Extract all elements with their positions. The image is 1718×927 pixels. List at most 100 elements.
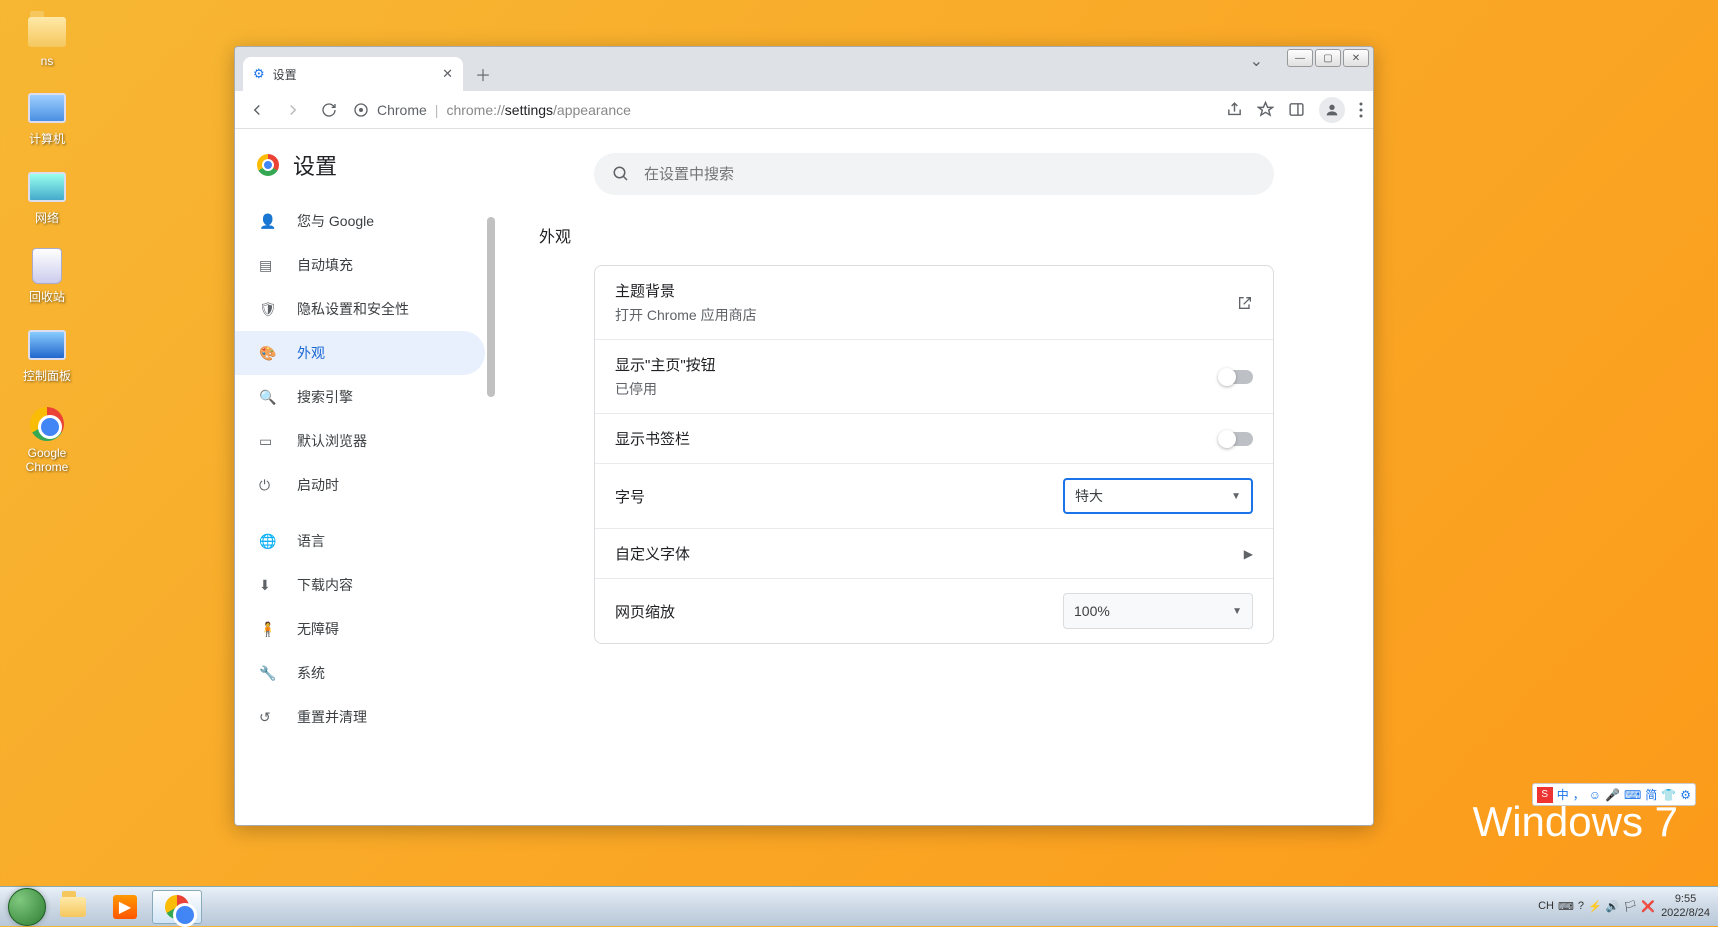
tab-title: 设置 — [273, 66, 297, 83]
settings-search[interactable] — [594, 153, 1274, 195]
clock-date: 2022/8/24 — [1661, 907, 1710, 920]
desktop-icon-ns[interactable]: ns — [12, 12, 82, 68]
nav-system[interactable]: 🔧系统 — [235, 651, 485, 695]
ime-mic[interactable]: 🎤 — [1605, 788, 1620, 802]
zoom-value: 100% — [1074, 603, 1110, 619]
ime-skin[interactable]: 👕 — [1661, 788, 1676, 802]
search-icon — [612, 165, 630, 183]
external-link-icon — [1237, 295, 1253, 311]
maximize-button[interactable]: ▢ — [1315, 49, 1341, 67]
reload-button[interactable] — [317, 98, 341, 122]
clock-time: 9:55 — [1661, 893, 1710, 906]
theme-sublabel: 打开 Chrome 应用商店 — [615, 305, 757, 325]
address-bar: Chrome | chrome://settings/appearance — [235, 91, 1373, 129]
home-button-label: 显示"主页"按钮 — [615, 354, 716, 375]
taskbar-media-player[interactable]: ▶ — [100, 890, 150, 924]
ime-toolbar[interactable]: S 中 ， ☺ 🎤 ⌨ 简 👕 ⚙ — [1532, 783, 1696, 806]
ime-lang[interactable]: 中 — [1557, 786, 1569, 803]
sidebar-scrollbar[interactable] — [487, 217, 495, 397]
ime-simp[interactable]: 简 — [1645, 786, 1657, 803]
ime-kbd[interactable]: ⌨ — [1624, 788, 1641, 802]
tray-alert-icon[interactable]: ❌ — [1641, 900, 1655, 913]
ime-settings[interactable]: ⚙ — [1680, 788, 1691, 802]
chevron-down-icon: ▼ — [1231, 491, 1241, 502]
back-button[interactable] — [245, 98, 269, 122]
side-panel-button[interactable] — [1288, 101, 1305, 118]
nav-downloads[interactable]: ⬇下载内容 — [235, 563, 485, 607]
chevron-right-icon: ▶ — [1244, 547, 1253, 561]
taskbar-clock[interactable]: 9:55 2022/8/24 — [1661, 893, 1710, 919]
tray-power-icon[interactable]: ⚡ — [1588, 900, 1602, 913]
new-tab-button[interactable]: ＋ — [469, 60, 497, 88]
power-icon: ⏻ — [259, 477, 279, 494]
font-size-label: 字号 — [615, 486, 645, 507]
row-bookmarks-bar: 显示书签栏 — [595, 414, 1273, 464]
zoom-label: 网页缩放 — [615, 601, 675, 622]
desktop-icon-control-panel[interactable]: 控制面板 — [12, 325, 82, 384]
custom-fonts-label: 自定义字体 — [615, 543, 690, 564]
nav-accessibility[interactable]: 🧍无障碍 — [235, 607, 485, 651]
row-theme[interactable]: 主题背景 打开 Chrome 应用商店 — [595, 266, 1273, 340]
row-custom-fonts[interactable]: 自定义字体 ▶ — [595, 529, 1273, 579]
share-button[interactable] — [1226, 101, 1243, 118]
nav-autofill[interactable]: ▤自动填充 — [235, 243, 485, 287]
settings-header: 设置 — [235, 129, 495, 199]
theme-label: 主题背景 — [615, 280, 757, 301]
palette-icon: 🎨 — [259, 345, 279, 362]
tab-search-button[interactable]: ⌄ — [1250, 51, 1263, 71]
nav-languages[interactable]: 🌐语言 — [235, 519, 485, 563]
bookmarks-toggle[interactable] — [1219, 432, 1253, 446]
url-display[interactable]: Chrome | chrome://settings/appearance — [353, 102, 631, 118]
tray-lang[interactable]: CH — [1538, 900, 1554, 913]
menu-button[interactable] — [1359, 102, 1363, 118]
home-button-toggle[interactable] — [1219, 370, 1253, 384]
tray-help-icon[interactable]: ? — [1578, 900, 1584, 913]
nav-default-browser[interactable]: ▭默认浏览器 — [235, 419, 485, 463]
browser-tab[interactable]: ⚙ 设置 ✕ — [243, 57, 463, 91]
nav-you-and-google[interactable]: 👤您与 Google — [235, 199, 485, 243]
restore-icon: ↺ — [259, 709, 279, 726]
globe-icon: 🌐 — [259, 533, 279, 550]
desktop-icon-network[interactable]: 网络 — [12, 167, 82, 226]
nav-reset[interactable]: ↺重置并清理 — [235, 695, 485, 739]
minimize-button[interactable]: — — [1287, 49, 1313, 67]
forward-button[interactable] — [281, 98, 305, 122]
taskbar-explorer[interactable] — [48, 890, 98, 924]
settings-search-input[interactable] — [644, 166, 1256, 183]
appearance-card: 主题背景 打开 Chrome 应用商店 显示"主页"按钮 已停用 显示书签栏 — [594, 265, 1274, 644]
bookmark-button[interactable] — [1257, 101, 1274, 118]
start-button[interactable] — [8, 888, 46, 926]
ime-punct[interactable]: ， — [1573, 786, 1585, 803]
font-size-select[interactable]: 特大 ▼ — [1063, 478, 1253, 514]
chrome-window: ⚙ 设置 ✕ ＋ ⌄ — ▢ ✕ Chrome | chrome://setti… — [234, 46, 1374, 826]
tray-flag-icon[interactable]: 🏳 — [1623, 900, 1637, 913]
font-size-value: 特大 — [1075, 486, 1103, 506]
nav-on-startup[interactable]: ⏻启动时 — [235, 463, 485, 507]
settings-title: 设置 — [293, 149, 337, 181]
zoom-select[interactable]: 100% ▼ — [1063, 593, 1253, 629]
row-show-home: 显示"主页"按钮 已停用 — [595, 340, 1273, 414]
system-tray: CH ⌨ ? ⚡ 🔊 🏳 ❌ 9:55 2022/8/24 — [1538, 893, 1710, 919]
desktop-icon-computer[interactable]: 计算机 — [12, 88, 82, 147]
taskbar-chrome[interactable] — [152, 890, 202, 924]
chrome-logo-icon — [257, 154, 279, 176]
nav-appearance[interactable]: 🎨外观 — [235, 331, 485, 375]
desktop-icon-recycle[interactable]: 回收站 — [12, 246, 82, 305]
bookmarks-label: 显示书签栏 — [615, 428, 690, 449]
settings-sidebar: 设置 👤您与 Google ▤自动填充 🛡隐私设置和安全性 🎨外观 🔍搜索引擎 … — [235, 129, 495, 825]
chrome-page-icon — [353, 102, 369, 118]
close-window-button[interactable]: ✕ — [1343, 49, 1369, 67]
desktop-icons: ns 计算机 网络 回收站 控制面板 Google Chrome — [12, 12, 82, 474]
nav-search-engine[interactable]: 🔍搜索引擎 — [235, 375, 485, 419]
url-scheme: Chrome — [377, 102, 427, 118]
row-font-size: 字号 特大 ▼ — [595, 464, 1273, 529]
tray-volume-icon[interactable]: 🔊 — [1606, 900, 1620, 913]
desktop-icon-chrome[interactable]: Google Chrome — [12, 404, 82, 474]
profile-button[interactable] — [1319, 97, 1345, 123]
nav-privacy[interactable]: 🛡隐私设置和安全性 — [235, 287, 485, 331]
tray-kbd-icon[interactable]: ⌨ — [1558, 900, 1574, 913]
home-button-sublabel: 已停用 — [615, 379, 716, 399]
close-tab-button[interactable]: ✕ — [442, 66, 453, 82]
ime-emoji[interactable]: ☺ — [1589, 788, 1601, 802]
wrench-icon: 🔧 — [259, 665, 279, 682]
